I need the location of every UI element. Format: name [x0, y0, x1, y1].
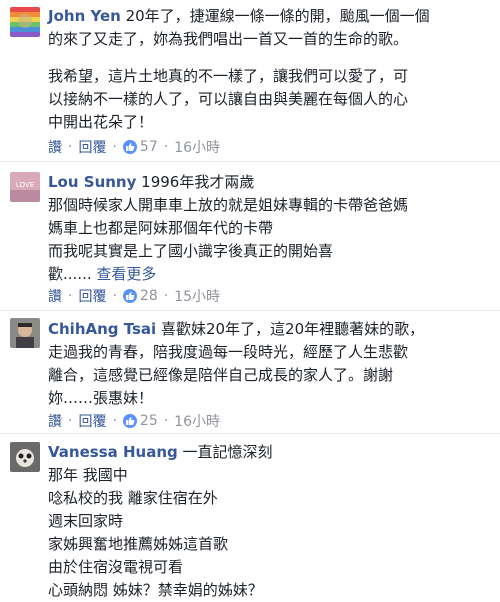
like-link[interactable]: 讚: [48, 286, 62, 306]
separator: ·: [112, 413, 117, 429]
commenter-name[interactable]: Vanessa Huang: [48, 443, 178, 461]
comment-text: 以接納不一樣的人了，可以讓自由與美麗在每個人的心: [48, 90, 409, 108]
separator: ·: [68, 139, 73, 155]
like-count[interactable]: 28: [140, 288, 158, 304]
comment-text: 喜歡妹20年了，這20年裡聽著妹的歌，: [160, 320, 425, 338]
reply-link[interactable]: 回覆: [78, 286, 106, 306]
reply-link[interactable]: 回覆: [78, 411, 106, 431]
avatar[interactable]: [10, 318, 40, 348]
comment-text: 而我呢其實是上了國小識字後真正的開始喜: [48, 242, 334, 260]
like-link[interactable]: 讚: [48, 411, 62, 431]
commenter-name[interactable]: ChihAng Tsai: [48, 320, 156, 338]
comment-text: 妳……張惠妹！: [48, 389, 154, 407]
divider: [0, 310, 500, 311]
comment-text: 週末回家時: [48, 512, 124, 530]
timestamp[interactable]: 16小時: [174, 137, 220, 157]
see-more-link[interactable]: 查看更多: [96, 265, 156, 283]
like-count[interactable]: 57: [140, 139, 158, 155]
commenter-name[interactable]: Lou Sunny: [48, 173, 136, 191]
avatar-text: LOVE: [16, 181, 34, 189]
comment-text: 那個時候家人開車車上放的就是姐妹專輯的卡帶爸爸媽: [48, 196, 409, 214]
separator: ·: [68, 413, 73, 429]
comment-actions: 讚 · 回覆 · 25 · 16小時: [48, 411, 220, 431]
avatar[interactable]: [10, 7, 40, 37]
separator: ·: [112, 139, 117, 155]
comment-text: 一直記憶深刻: [182, 443, 273, 461]
like-link[interactable]: 讚: [48, 137, 62, 157]
comment-text: 中開出花朵了！: [48, 113, 154, 131]
comment-text: 20年了，捷運線一條一條的開，颱風一個一個: [125, 7, 430, 25]
like-count[interactable]: 25: [140, 413, 158, 429]
comment-text: 離合，這感覺已經像是陪伴自己成長的家人了。謝謝: [48, 366, 394, 384]
reply-link[interactable]: 回覆: [78, 137, 106, 157]
comment-text: 的來了又走了，妳為我們唱出一首又一首的生命的歌。: [48, 30, 409, 48]
comment-text: 我希望，這片土地真的不一樣了，讓我們可以愛了，可: [48, 67, 409, 85]
commenter-name[interactable]: John Yen: [48, 7, 121, 25]
thumbs-up-icon[interactable]: [122, 289, 137, 303]
comment-text: 歡......: [48, 265, 92, 283]
comment-text: 1996年我才兩歲: [141, 173, 255, 191]
thumbs-up-icon[interactable]: [122, 140, 137, 154]
separator: ·: [112, 288, 117, 304]
timestamp[interactable]: 16小時: [174, 411, 220, 431]
comment-text: 那年 我國中: [48, 466, 128, 484]
comment-text: [48, 51, 488, 65]
comment-text: 走過我的青春，陪我度過每一段時光，經歷了人生悲歡: [48, 343, 409, 361]
separator: ·: [163, 413, 169, 429]
separator: ·: [68, 288, 73, 304]
comment-text: 唸私校的我 離家住宿在外: [48, 489, 218, 507]
comment-text: 心頭納悶 姊妹？禁幸娟的姊妹？: [48, 581, 263, 599]
separator: ·: [163, 139, 169, 155]
thumbs-up-icon[interactable]: [122, 414, 137, 428]
avatar[interactable]: LOVE: [10, 172, 40, 202]
comment-actions: 讚 · 回覆 · 28 · 15小時: [48, 286, 220, 306]
comment-text: 家姊興奮地推薦姊姊這首歌: [48, 535, 229, 553]
comment-text: 媽車上也都是阿妹那個年代的卡帶: [48, 219, 274, 237]
comment-text: 由於住宿沒電視可看: [48, 558, 184, 576]
separator: ·: [163, 288, 169, 304]
divider: [0, 161, 500, 162]
divider: [0, 433, 500, 434]
avatar[interactable]: [10, 442, 40, 472]
comment-actions: 讚 · 回覆 · 57 · 16小時: [48, 137, 220, 157]
timestamp[interactable]: 15小時: [174, 286, 220, 306]
